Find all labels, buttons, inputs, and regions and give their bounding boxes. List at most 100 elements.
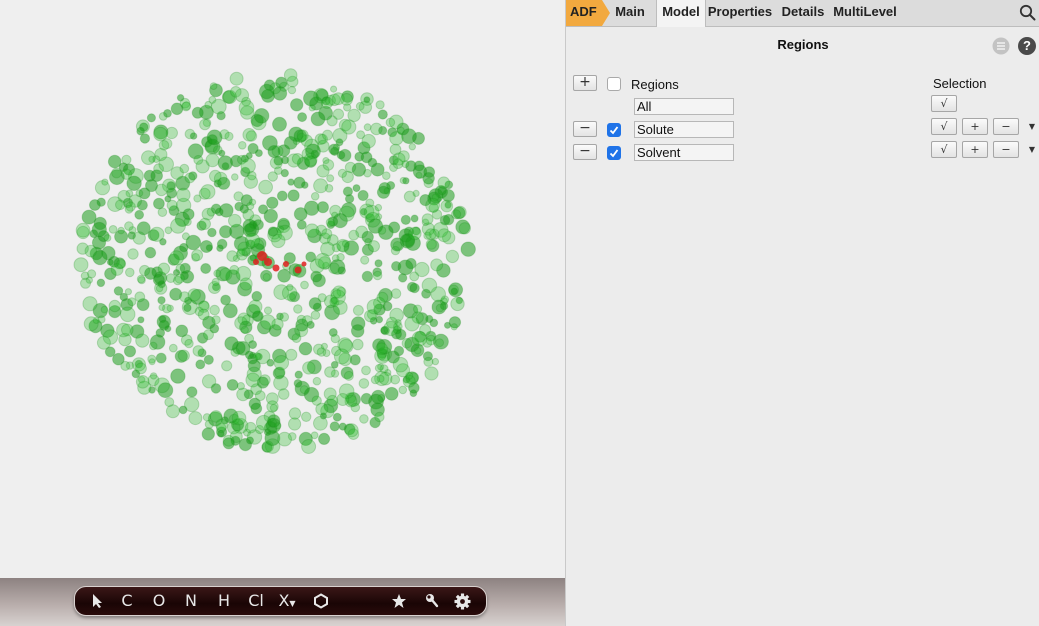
hydrogen-tool[interactable]: H xyxy=(212,587,236,615)
solvent-atom xyxy=(136,274,146,284)
chevron-down-icon[interactable]: ▼ xyxy=(1026,142,1038,158)
region-checkbox-solvent[interactable] xyxy=(607,146,621,160)
solvent-atom xyxy=(361,270,374,283)
solute-atom xyxy=(253,259,259,265)
solvent-atom xyxy=(103,234,112,242)
solvent-atom xyxy=(250,402,263,415)
panel-title: Regions xyxy=(777,37,829,52)
solvent-atom xyxy=(401,128,417,145)
wrench-icon[interactable] xyxy=(420,587,444,615)
solvent-atom xyxy=(115,199,126,211)
oxygen-tool[interactable]: O xyxy=(147,587,171,615)
solvent-atom xyxy=(291,333,302,344)
solvent-atom xyxy=(164,195,172,203)
solvent-atom xyxy=(108,299,122,313)
solvent-atom xyxy=(149,372,158,380)
solvent-atom xyxy=(75,222,91,238)
remove-from-solute-button[interactable]: − xyxy=(993,118,1019,135)
solvent-atom xyxy=(260,314,276,330)
solvent-atom xyxy=(134,209,145,220)
solvent-atom xyxy=(107,154,122,169)
chevron-down-icon[interactable]: ▼ xyxy=(1026,119,1038,135)
solvent-atom xyxy=(304,223,320,238)
solvent-atom xyxy=(169,250,184,266)
solvent-atom xyxy=(378,125,388,136)
solvent-atom xyxy=(135,362,147,375)
solvent-atom xyxy=(109,169,125,186)
solvent-atom xyxy=(424,366,439,381)
solvent-atom xyxy=(92,250,108,266)
solvent-atom xyxy=(392,356,409,373)
hexagon-icon[interactable] xyxy=(309,587,333,615)
remove-region-solute-button[interactable]: − xyxy=(573,121,597,137)
solvent-atom xyxy=(422,351,433,362)
solvent-atom xyxy=(343,240,360,256)
solvent-atom xyxy=(329,296,340,308)
remove-from-solvent-button[interactable]: − xyxy=(993,141,1019,158)
solvent-atom xyxy=(253,352,261,361)
tab-adf[interactable]: ADF xyxy=(566,0,610,26)
select-all-button[interactable]: √ xyxy=(931,95,957,112)
solvent-atom xyxy=(448,316,462,329)
region-name-solute[interactable]: Solute xyxy=(634,121,734,138)
solvent-atom xyxy=(148,358,156,366)
solvent-atom xyxy=(310,192,320,201)
nitrogen-tool[interactable]: N xyxy=(179,587,203,615)
solvent-atom xyxy=(342,186,353,197)
solvent-atom xyxy=(322,129,333,141)
solvent-cluster-view[interactable] xyxy=(0,0,565,578)
star-icon[interactable] xyxy=(387,587,411,615)
solvent-atom xyxy=(384,386,399,401)
select-solvent-button[interactable]: √ xyxy=(931,141,957,158)
list-icon[interactable] xyxy=(992,37,1010,58)
add-to-solute-button[interactable]: + xyxy=(962,118,988,135)
help-icon[interactable]: ? xyxy=(1018,37,1036,55)
other-element-tool[interactable]: X▼ xyxy=(275,587,299,615)
chlorine-tool[interactable]: Cl xyxy=(243,587,269,615)
solvent-atom xyxy=(329,421,340,432)
tab-details[interactable]: Details xyxy=(780,0,826,26)
solvent-atom xyxy=(73,257,89,273)
solvent-atom xyxy=(152,273,165,286)
solvent-atom xyxy=(279,312,290,322)
solvent-atom xyxy=(328,143,340,156)
solvent-atom xyxy=(455,219,471,235)
solute-atom xyxy=(294,266,302,274)
add-to-solvent-button[interactable]: + xyxy=(962,141,988,158)
solvent-atom xyxy=(344,423,359,438)
solvent-atom xyxy=(258,204,269,215)
solvent-atom xyxy=(92,317,100,324)
chevron-down-icon: ▼ xyxy=(289,599,296,608)
select-solute-button[interactable]: √ xyxy=(931,118,957,135)
solvent-atom xyxy=(320,342,328,350)
region-name-solvent[interactable]: Solvent xyxy=(634,144,734,161)
carbon-tool[interactable]: C xyxy=(115,587,139,615)
molecule-viewport[interactable] xyxy=(0,0,565,578)
solvent-atom xyxy=(287,189,300,202)
solvent-atom xyxy=(135,375,150,389)
solvent-atom xyxy=(363,123,372,132)
solvent-atom xyxy=(172,275,183,286)
add-region-button[interactable]: + xyxy=(573,75,597,91)
remove-region-solvent-button[interactable]: − xyxy=(573,144,597,160)
solvent-atom xyxy=(308,297,322,310)
solvent-atom xyxy=(191,106,204,119)
solvent-atom xyxy=(437,228,452,243)
region-checkbox-solute[interactable] xyxy=(607,123,621,137)
solvent-atom xyxy=(188,171,198,181)
pointer-icon[interactable] xyxy=(85,587,111,615)
tab-model[interactable]: Model xyxy=(656,0,706,27)
solvent-atom xyxy=(352,304,364,316)
select-all-regions-checkbox[interactable] xyxy=(607,77,621,91)
solvent-atom xyxy=(291,153,304,165)
solvent-atom xyxy=(209,304,220,316)
tab-main[interactable]: Main xyxy=(612,0,648,26)
solvent-atom xyxy=(187,143,204,160)
tab-properties[interactable]: Properties xyxy=(707,0,773,26)
gear-icon[interactable] xyxy=(449,587,475,615)
solvent-atom xyxy=(199,118,211,131)
solvent-atom xyxy=(410,214,419,223)
solvent-atom xyxy=(314,252,331,269)
search-icon[interactable] xyxy=(1019,4,1036,24)
tab-multilevel[interactable]: MultiLevel xyxy=(833,0,897,26)
